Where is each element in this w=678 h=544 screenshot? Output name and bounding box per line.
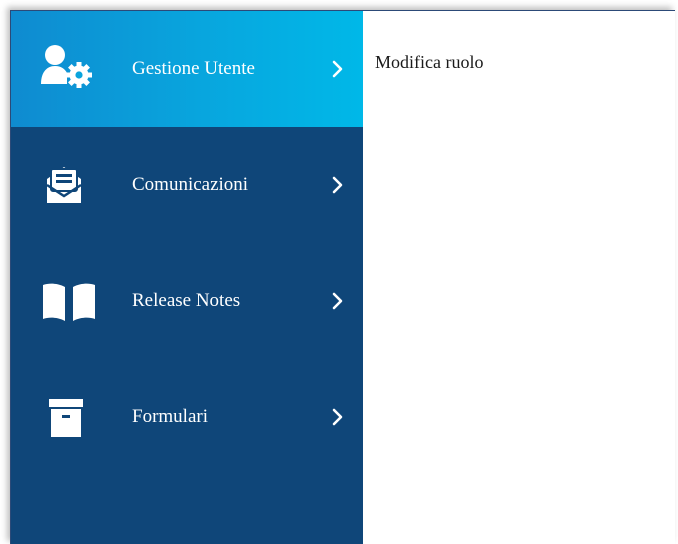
chevron-right-icon	[331, 60, 345, 78]
user-gear-icon	[39, 44, 95, 88]
submenu-item-modifica-ruolo[interactable]: Modifica ruolo	[375, 51, 483, 73]
sidebar-item-gestione-utente[interactable]: Gestione Utente	[11, 11, 363, 127]
sidebar-item-label: Comunicazioni	[132, 174, 249, 195]
app-window: Gestione Utente Comunicazioni Release No…	[10, 10, 675, 544]
sidebar-item-label: Gestione Utente	[132, 58, 255, 79]
sidebar-item-release-notes[interactable]: Release Notes	[11, 243, 363, 359]
chevron-right-icon	[331, 176, 345, 194]
sidebar-menu: Gestione Utente Comunicazioni Release No…	[11, 11, 363, 544]
screenshot-frame: Gestione Utente Comunicazioni Release No…	[0, 0, 678, 544]
chevron-right-icon	[331, 292, 345, 310]
sidebar-item-comunicazioni[interactable]: Comunicazioni	[11, 127, 363, 243]
chevron-right-icon	[331, 408, 345, 426]
open-book-icon	[39, 279, 95, 323]
archive-box-icon	[39, 395, 95, 439]
submenu-panel: Modifica ruolo	[363, 11, 675, 544]
sidebar-item-formulari[interactable]: Formulari	[11, 359, 363, 475]
sidebar-item-label: Formulari	[132, 406, 208, 427]
sidebar-item-label: Release Notes	[132, 290, 241, 311]
open-envelope-icon	[39, 163, 95, 207]
